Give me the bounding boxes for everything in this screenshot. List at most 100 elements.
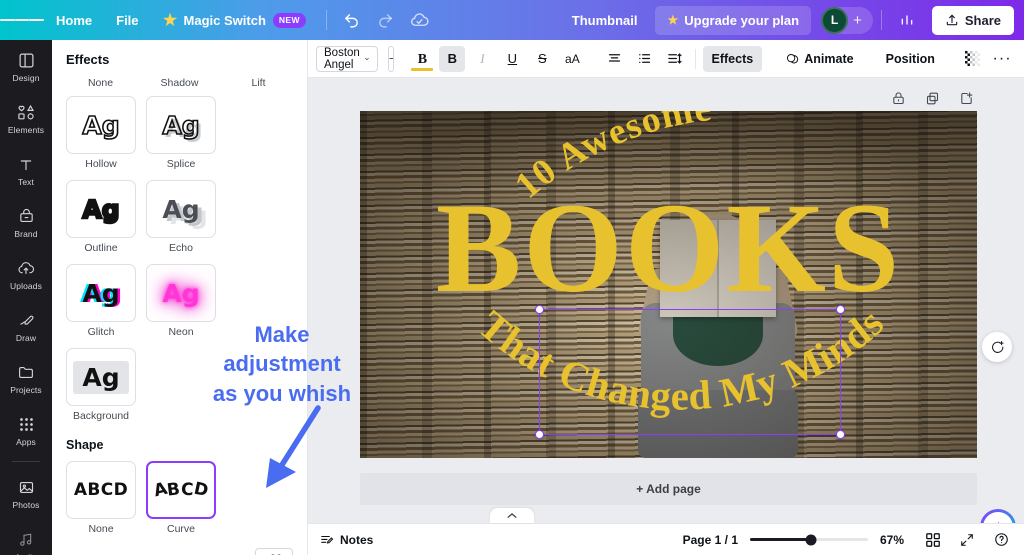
collaborators-group[interactable]: L +	[821, 6, 873, 34]
avatar[interactable]: L	[821, 6, 849, 34]
design-canvas[interactable]: 10 Awesome BOOKS That Changed My Mindset	[360, 111, 977, 458]
bold-button[interactable]: B	[439, 45, 466, 72]
effect-sample-background: Ag	[73, 360, 129, 394]
effect-tile-splice[interactable]: Ag	[146, 96, 216, 154]
effect-option-hollow[interactable]: Ag Hollow	[66, 96, 136, 170]
sidebar-item-elements[interactable]: Elements	[0, 92, 52, 144]
line-spacing-icon[interactable]	[661, 46, 687, 72]
effect-tile-hollow[interactable]: Ag	[66, 96, 136, 154]
tab-position[interactable]: Position	[877, 46, 944, 72]
curve-slider-row: Curve -60	[52, 535, 307, 555]
effect-option-splice[interactable]: Ag Splice	[146, 96, 216, 170]
shape-option-none[interactable]: ABCD None	[66, 461, 136, 535]
effect-option-glitch[interactable]: Ag Glitch	[66, 264, 136, 338]
upgrade-plan-button[interactable]: ★ Upgrade your plan	[655, 5, 812, 35]
sidebar-label-text: Text	[18, 177, 34, 187]
underline-button[interactable]: U	[499, 46, 525, 72]
add-page-icon[interactable]	[956, 88, 976, 108]
magic-switch-label: Magic Switch	[183, 12, 266, 28]
effect-option-outline[interactable]: Ag Outline	[66, 180, 136, 254]
sidebar-item-brand[interactable]: Brand	[0, 196, 52, 248]
audio-icon	[18, 530, 34, 549]
help-icon[interactable]	[990, 529, 1012, 551]
sidebar-item-projects[interactable]: Projects	[0, 352, 52, 404]
shape-option-curve[interactable]: ABCD Curve	[146, 461, 216, 535]
resize-handle-top-left[interactable]	[534, 304, 544, 314]
effect-caption-splice: Splice	[166, 158, 196, 170]
checker-icon	[964, 51, 980, 66]
sidebar-item-photos[interactable]: Photos	[0, 467, 52, 519]
sidebar-item-apps[interactable]: Apps	[0, 404, 52, 456]
photos-icon	[18, 478, 35, 497]
effect-caption-outline: Outline	[84, 242, 118, 254]
fullscreen-icon[interactable]	[956, 529, 978, 551]
font-family-value: Boston Angel	[324, 46, 360, 71]
notes-label: Notes	[340, 532, 374, 547]
shape-tile-none[interactable]: ABCD	[66, 461, 136, 519]
tab-animate[interactable]: Animate	[776, 46, 862, 72]
duplicate-icon[interactable]	[922, 88, 942, 108]
transparency-icon[interactable]	[959, 46, 985, 72]
thumbnail-button[interactable]: Thumbnail	[560, 7, 650, 34]
effects-grid: Ag Hollow Ag Splice Ag Outline Ag Echo A…	[52, 89, 307, 422]
font-size-decrease-button[interactable]: −	[389, 47, 394, 71]
insights-icon[interactable]	[892, 5, 922, 35]
effect-tile-glitch[interactable]: Ag	[66, 264, 136, 322]
home-menu-item[interactable]: Home	[44, 7, 104, 34]
sidebar-item-audio[interactable]: Audio	[0, 519, 52, 555]
effect-sample-neon: Ag	[162, 278, 200, 308]
effect-sample-echo: Ag	[162, 194, 200, 224]
text-color-icon[interactable]: B	[409, 46, 435, 72]
top-bar-right-group: Thumbnail ★ Upgrade your plan L + Share	[560, 0, 1024, 40]
add-page-button[interactable]: + Add page	[360, 473, 977, 505]
grid-view-icon[interactable]	[922, 529, 944, 551]
file-menu-item[interactable]: File	[104, 7, 150, 34]
sidebar-item-text[interactable]: Text	[0, 144, 52, 196]
sidebar-label-apps: Apps	[16, 437, 36, 447]
strikethrough-button[interactable]: S	[529, 46, 555, 72]
font-family-select[interactable]: Boston Angel	[316, 45, 378, 72]
sidebar-label-elements: Elements	[7, 125, 45, 135]
effect-option-background[interactable]: Ag Background	[66, 348, 136, 422]
notes-button[interactable]: Notes	[320, 533, 373, 547]
add-comment-icon[interactable]	[982, 332, 1012, 362]
align-icon[interactable]	[601, 46, 627, 72]
lock-icon[interactable]	[888, 88, 908, 108]
more-options-button[interactable]: ···	[989, 46, 1015, 72]
sidebar-label-draw: Draw	[15, 333, 37, 343]
zoom-slider[interactable]	[750, 534, 868, 545]
curve-value-input[interactable]: -60	[255, 548, 293, 555]
effect-tile-neon[interactable]: Ag	[146, 264, 216, 322]
toolbar-divider-2	[880, 10, 882, 30]
effect-option-neon[interactable]: Ag Neon	[146, 264, 216, 338]
effect-tile-outline[interactable]: Ag	[66, 180, 136, 238]
undo-icon[interactable]	[337, 5, 367, 35]
tab-effects[interactable]: Effects	[702, 45, 763, 72]
sidebar-item-uploads[interactable]: Uploads	[0, 248, 52, 300]
hamburger-icon[interactable]	[0, 0, 45, 40]
sidebar-item-draw[interactable]: Draw	[0, 300, 52, 352]
effect-option-echo[interactable]: Ag Echo	[146, 180, 216, 254]
redo-icon[interactable]	[371, 5, 401, 35]
resize-handle-top-right[interactable]	[836, 304, 846, 314]
canvas-stage: 10 Awesome BOOKS That Changed My Mindset	[308, 78, 1024, 555]
chevron-up-icon[interactable]	[490, 508, 534, 523]
shape-tile-curve[interactable]: ABCD	[146, 461, 216, 519]
zoom-slider-handle[interactable]	[805, 534, 817, 545]
effect-caption-hollow: Hollow	[85, 158, 117, 170]
magic-switch-button[interactable]: Magic Switch NEW	[151, 7, 318, 34]
add-collaborator-button[interactable]: +	[848, 12, 869, 29]
italic-button[interactable]: I	[469, 46, 495, 72]
text-element-main-title[interactable]: BOOKS	[360, 184, 977, 312]
upgrade-label: Upgrade your plan	[684, 12, 800, 28]
share-button[interactable]: Share	[931, 5, 1014, 35]
selection-bounding-box[interactable]	[534, 304, 846, 440]
cloud-saved-icon[interactable]	[405, 5, 435, 35]
effect-caption-glitch: Glitch	[87, 326, 115, 338]
effect-tile-background[interactable]: Ag	[66, 348, 136, 406]
effect-tile-echo[interactable]: Ag	[146, 180, 216, 238]
zoom-slider-fill	[750, 538, 812, 541]
bullet-list-icon[interactable]	[631, 46, 657, 72]
letter-case-button[interactable]: aA	[559, 46, 585, 72]
sidebar-item-design[interactable]: Design	[0, 40, 52, 92]
